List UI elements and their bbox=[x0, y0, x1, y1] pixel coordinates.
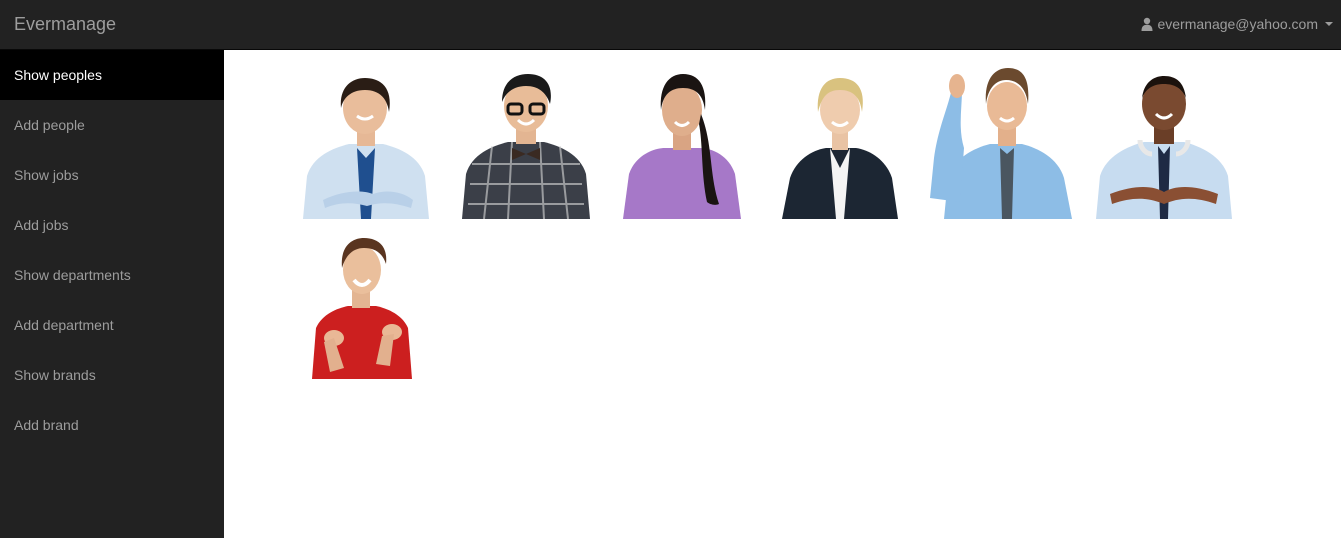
person-photo-5[interactable] bbox=[930, 68, 1072, 219]
sidebar-item-show-brands[interactable]: Show brands bbox=[0, 350, 224, 400]
sidebar-item-show-departments[interactable]: Show departments bbox=[0, 250, 224, 300]
person-photo-1[interactable] bbox=[303, 78, 429, 219]
user-email: evermanage@yahoo.com bbox=[1157, 16, 1318, 32]
sidebar-item-add-jobs[interactable]: Add jobs bbox=[0, 200, 224, 250]
sidebar-item-add-brand[interactable]: Add brand bbox=[0, 400, 224, 450]
person-photo-3[interactable] bbox=[623, 74, 741, 219]
sidebar-item-show-peoples[interactable]: Show peoples bbox=[0, 50, 224, 100]
top-navbar: Evermanage evermanage@yahoo.com bbox=[0, 0, 1341, 50]
user-icon bbox=[1141, 17, 1153, 31]
brand-link[interactable]: Evermanage bbox=[14, 13, 116, 35]
person-photo-6[interactable] bbox=[1096, 76, 1232, 219]
person-photo-2[interactable] bbox=[462, 74, 590, 219]
sidebar-item-add-people[interactable]: Add people bbox=[0, 100, 224, 150]
user-menu-dropdown[interactable]: evermanage@yahoo.com bbox=[1141, 15, 1333, 33]
person-photo-4[interactable] bbox=[782, 78, 898, 219]
people-gallery bbox=[224, 50, 1341, 538]
sidebar-item-show-jobs[interactable]: Show jobs bbox=[0, 150, 224, 200]
person-photo-7[interactable] bbox=[308, 238, 416, 379]
chevron-down-icon bbox=[1325, 22, 1333, 26]
sidebar-item-add-department[interactable]: Add department bbox=[0, 300, 224, 350]
sidebar: Show peoples Add people Show jobs Add jo… bbox=[0, 50, 224, 538]
